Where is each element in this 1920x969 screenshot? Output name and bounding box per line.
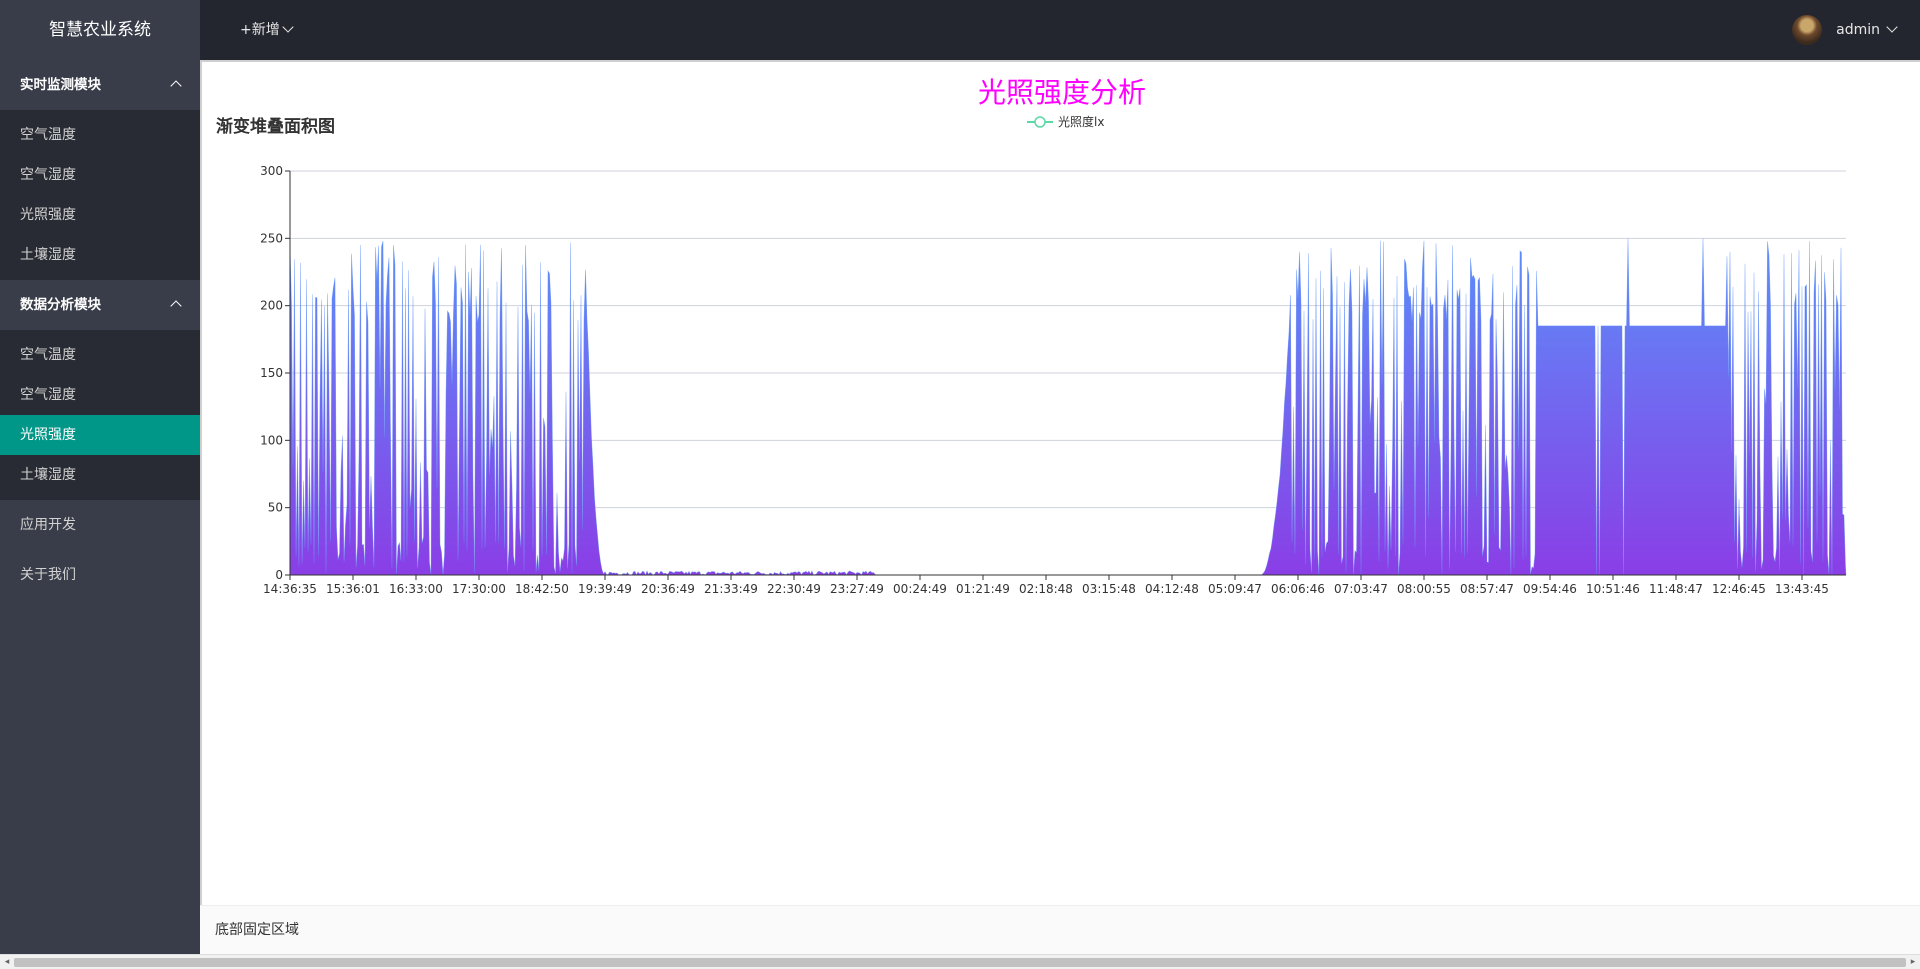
sidebar-item-light-intensity[interactable]: 光照强度: [0, 195, 200, 235]
x-tick-label: 03:15:48: [1082, 582, 1136, 596]
sidebar-item-soil-humidity[interactable]: 土壤湿度: [0, 455, 200, 495]
sidebar-item-air-humidity[interactable]: 空气湿度: [0, 155, 200, 195]
x-tick-label: 14:36:35: [263, 582, 317, 596]
sidebar-submenu-realtime: 空气温度 空气湿度 光照强度 土壤湿度: [0, 110, 200, 280]
user-name: admin: [1836, 22, 1880, 38]
sidebar-item-about-us[interactable]: 关于我们: [0, 550, 200, 600]
x-tick-label: 11:48:47: [1649, 582, 1703, 596]
chevron-down-icon: [282, 21, 294, 33]
y-tick-label: 150: [260, 366, 283, 380]
y-tick-label: 0: [275, 568, 283, 582]
sidebar: 实时监测模块 空气温度 空气湿度 光照强度 土壤湿度 数据分析模块 空气温度 空…: [0, 60, 200, 954]
top-navbar: +新增 admin: [200, 0, 1920, 60]
add-new-menu[interactable]: +新增: [240, 0, 294, 60]
x-tick-label: 00:24:49: [893, 582, 947, 596]
footer: 底部固定区域: [200, 905, 1920, 954]
sidebar-item-air-temperature[interactable]: 空气温度: [0, 335, 200, 375]
x-tick-label: 05:09:47: [1208, 582, 1262, 596]
scroll-right-icon[interactable]: ▸: [1908, 957, 1918, 967]
x-tick-label: 02:18:48: [1019, 582, 1073, 596]
light-intensity-chart: 光照强度分析光照度lx 0 50 100 150 200 250 300 14:36:35 15:…: [260, 76, 1847, 596]
y-tick-label: 200: [260, 299, 283, 313]
x-tick-label: 04:12:48: [1145, 582, 1199, 596]
x-tick-label: 16:33:00: [389, 582, 443, 596]
x-tick-label: 01:21:49: [956, 582, 1010, 596]
sidebar-group-label: 数据分析模块: [20, 297, 101, 313]
x-tick-label: 22:30:49: [767, 582, 821, 596]
x-tick-label: 12:46:45: [1712, 582, 1766, 596]
sidebar-item-light-intensity[interactable]: 光照强度: [0, 415, 200, 455]
sidebar-group-realtime[interactable]: 实时监测模块: [0, 60, 200, 110]
chart-title: 光照强度分析: [978, 76, 1146, 109]
user-menu[interactable]: admin: [1792, 0, 1898, 60]
legend-label: 光照度lx: [1058, 114, 1104, 129]
series-area: [289, 238, 1847, 576]
add-new-label: +新增: [240, 22, 280, 38]
y-tick-label: 50: [268, 501, 283, 515]
sidebar-item-air-humidity[interactable]: 空气湿度: [0, 375, 200, 415]
x-tick-label: 19:39:49: [578, 582, 632, 596]
x-tick-label: 13:43:45: [1775, 582, 1829, 596]
x-tick-label: 23:27:49: [830, 582, 884, 596]
scrollbar-thumb[interactable]: [14, 958, 1906, 967]
x-tick-label: 20:36:49: [641, 582, 695, 596]
avatar: [1792, 15, 1823, 45]
scroll-left-icon[interactable]: ◂: [2, 957, 12, 967]
sidebar-group-label: 实时监测模块: [20, 77, 101, 93]
sidebar-item-app-development[interactable]: 应用开发: [0, 500, 200, 550]
legend-marker: [1034, 116, 1046, 128]
sidebar-group-analysis[interactable]: 数据分析模块: [0, 280, 200, 330]
app-logo: 智慧农业系统: [0, 0, 200, 60]
horizontal-scrollbar[interactable]: ◂ ▸: [0, 954, 1920, 969]
x-tick-label: 17:30:00: [452, 582, 506, 596]
main-content: 渐变堆叠面积图 光照强度分析 光照度lx 0 50 100 150 200 250 300 14:…: [200, 60, 1920, 905]
chevron-down-icon: [1886, 21, 1898, 33]
x-tick-label: 08:57:47: [1460, 582, 1514, 596]
chevron-up-icon: [170, 300, 182, 312]
sidebar-item-soil-humidity[interactable]: 土壤湿度: [0, 235, 200, 275]
y-tick-label: 300: [260, 164, 283, 178]
y-tick-label: 100: [260, 433, 283, 447]
y-tick-label: 250: [260, 231, 283, 245]
sidebar-item-air-temperature[interactable]: 空气温度: [0, 115, 200, 155]
x-tick-label: 06:06:46: [1271, 582, 1325, 596]
x-tick-label: 18:42:50: [515, 582, 569, 596]
x-tick-label: 08:00:55: [1397, 582, 1451, 596]
x-tick-label: 09:54:46: [1523, 582, 1577, 596]
sidebar-submenu-analysis: 空气温度 空气湿度 光照强度 土壤湿度: [0, 330, 200, 500]
chevron-up-icon: [170, 80, 182, 92]
x-tick-label: 21:33:49: [704, 582, 758, 596]
x-tick-label: 07:03:47: [1334, 582, 1388, 596]
x-tick-label: 15:36:01: [326, 582, 380, 596]
x-tick-label: 10:51:46: [1586, 582, 1640, 596]
